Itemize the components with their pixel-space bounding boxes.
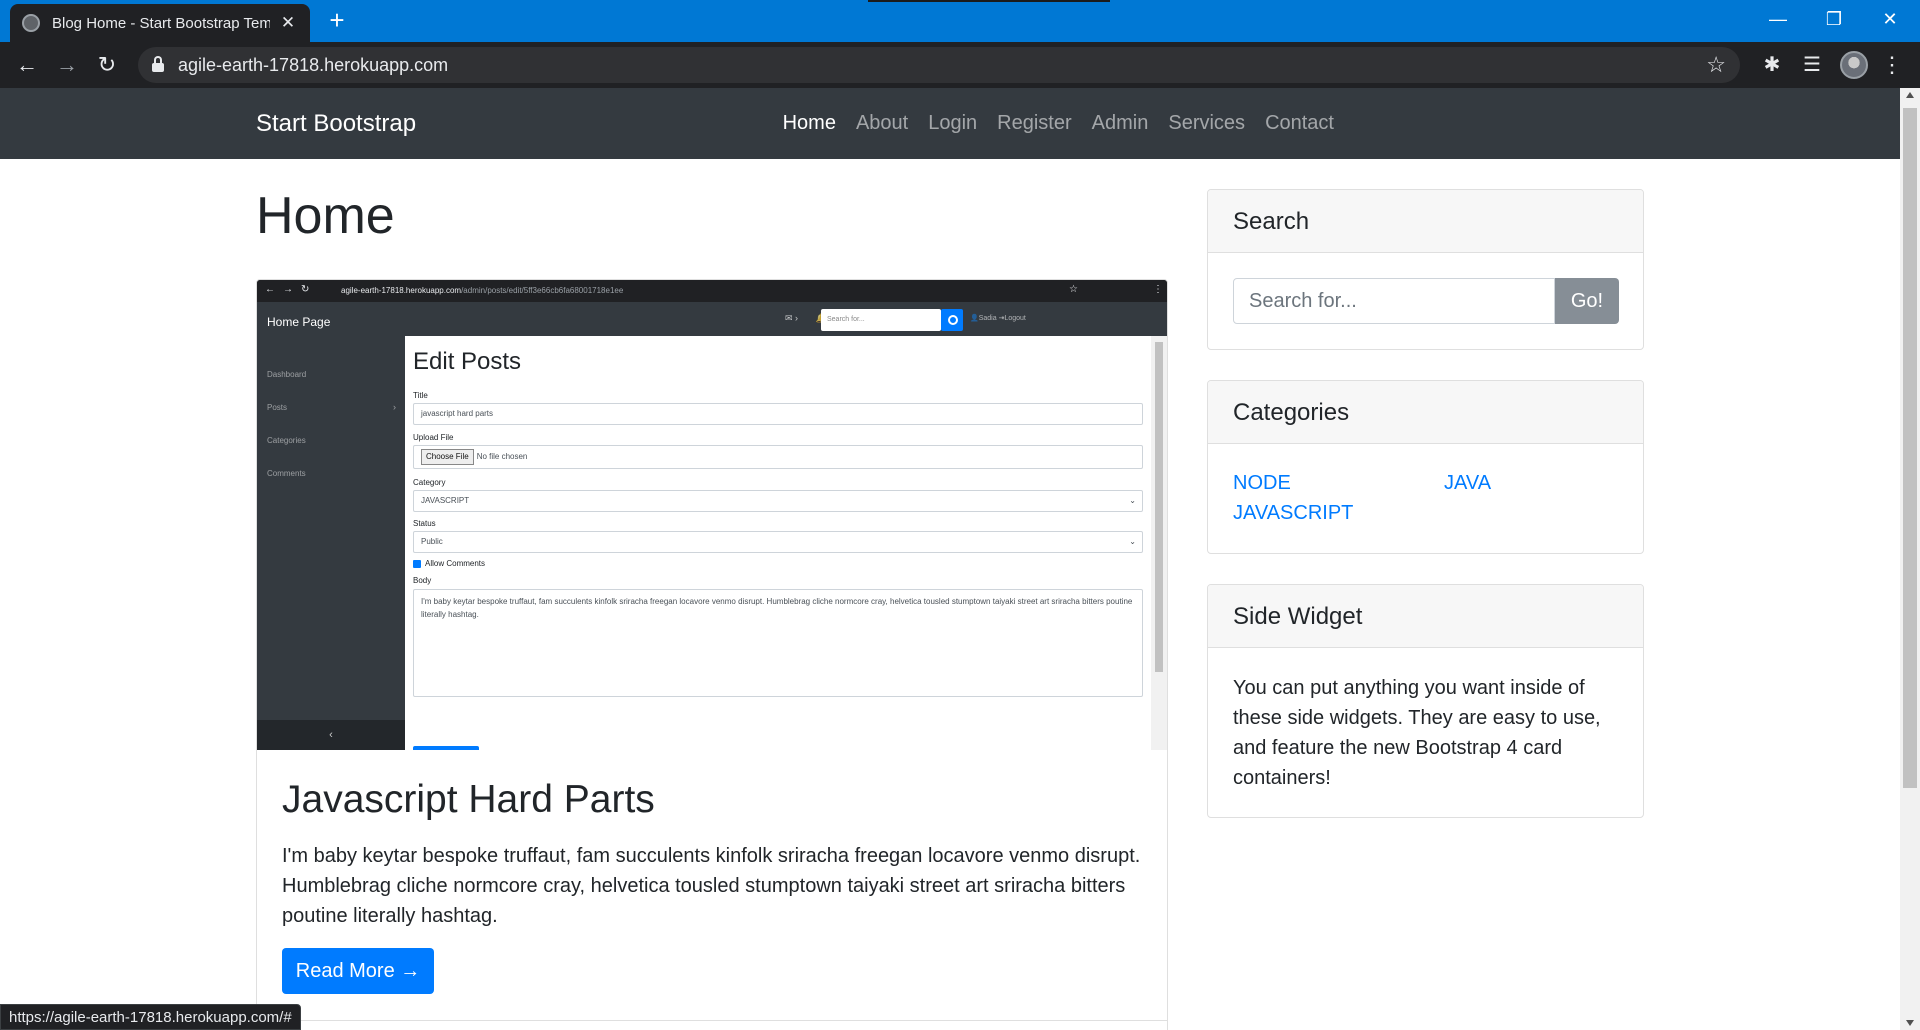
image-edit-form: Edit Posts Title javascript hard parts U… xyxy=(405,336,1151,750)
image-upload-field: Choose File No file chosen xyxy=(413,445,1143,469)
address-url[interactable]: agile-earth-17818.herokuapp.com xyxy=(178,55,448,76)
image-scrollbar xyxy=(1151,336,1167,750)
side-widget: Side Widget You can put anything you wan… xyxy=(1207,584,1644,818)
nav-link-home[interactable]: Home xyxy=(783,112,836,135)
categories-widget-title: Categories xyxy=(1208,381,1643,444)
tab-title: Blog Home - Start Bootstrap Tem xyxy=(52,14,270,32)
image-category-label: Category xyxy=(413,478,446,487)
reload-icon[interactable]: ↻ xyxy=(91,49,123,81)
image-status-select: Public ⌄ xyxy=(413,531,1143,553)
close-window-icon[interactable]: ✕ xyxy=(1862,0,1918,40)
image-sidebar-categories: Categories xyxy=(267,436,306,445)
image-reload-icon: ↻ xyxy=(301,284,310,295)
image-allow-comments-checkbox xyxy=(413,560,421,568)
image-admin-sidebar: Home Page Dashboard Posts › Categories C… xyxy=(257,302,405,750)
read-more-button[interactable]: Read More → xyxy=(282,948,434,994)
side-widget-title: Side Widget xyxy=(1208,585,1643,648)
image-sidebar-dashboard: Dashboard xyxy=(267,370,307,379)
link-status-bubble: https://agile-earth-17818.herokuapp.com/… xyxy=(0,1004,301,1030)
image-title-label: Title xyxy=(413,391,428,400)
image-menu-icon: ⋮ xyxy=(1153,284,1163,295)
navbar-brand[interactable]: Start Bootstrap xyxy=(256,110,416,138)
image-allow-comments-label: Allow Comments xyxy=(425,559,486,568)
post-title: Javascript Hard Parts xyxy=(282,778,655,821)
image-upload-label: Upload File xyxy=(413,433,454,442)
search-input[interactable]: Search for... xyxy=(1233,278,1555,324)
image-status-label: Status xyxy=(413,519,436,528)
nav-link-login[interactable]: Login xyxy=(928,112,977,135)
category-link-java[interactable]: JAVA xyxy=(1444,472,1491,495)
browser-menu-icon[interactable]: ⋮ xyxy=(1876,49,1908,81)
nav-links: Home About Login Register Admin Services… xyxy=(763,112,1334,135)
nav-link-admin[interactable]: Admin xyxy=(1092,112,1149,135)
image-title-field: javascript hard parts xyxy=(413,403,1143,425)
bookmark-star-icon[interactable]: ☆ xyxy=(1706,52,1726,78)
new-tab-button[interactable]: + xyxy=(322,6,352,36)
site-navbar: Start Bootstrap Home About Login Registe… xyxy=(0,88,1900,159)
image-sidebar-posts: Posts xyxy=(267,403,288,412)
nav-link-register[interactable]: Register xyxy=(997,112,1071,135)
page-scrollbar[interactable] xyxy=(1900,88,1920,1030)
image-address: agile-earth-17818.herokuapp.com/admin/po… xyxy=(341,286,624,295)
image-sidebar-comments: Comments xyxy=(267,469,306,478)
side-widget-text: You can put anything you want inside of … xyxy=(1233,677,1601,789)
forward-icon[interactable]: → xyxy=(51,49,83,81)
category-link-javascript[interactable]: JAVASCRIPT xyxy=(1233,502,1353,525)
tab-strip-divider xyxy=(868,0,1110,2)
image-submit-button xyxy=(413,746,479,750)
image-search-input: Search for... xyxy=(821,309,941,331)
image-browser-bar: ← → ↻ agile-earth-17818.herokuapp.com/ad… xyxy=(257,280,1167,302)
browser-tab[interactable]: Blog Home - Start Bootstrap Tem ✕ xyxy=(10,4,310,42)
lock-icon xyxy=(152,56,164,72)
browser-tab-bar: Blog Home - Start Bootstrap Tem ✕ + — ❐ … xyxy=(0,0,1920,42)
page-title: Home xyxy=(256,187,395,245)
post-excerpt: I'm baby keytar bespoke truffaut, fam su… xyxy=(282,845,1141,927)
image-back-icon: ← xyxy=(265,284,275,295)
scroll-up-icon[interactable] xyxy=(1906,92,1914,98)
scrollbar-thumb[interactable] xyxy=(1903,108,1917,788)
search-widget-title: Search xyxy=(1208,190,1643,253)
address-bar[interactable]: agile-earth-17818.herokuapp.com ☆ xyxy=(138,47,1740,83)
image-admin-topbar: ✉ › 🔔 › Search for... 👤Sadia ⇥Logout xyxy=(405,302,1167,336)
nav-link-about[interactable]: About xyxy=(856,112,908,135)
scroll-down-icon[interactable] xyxy=(1906,1020,1914,1026)
image-forward-icon: → xyxy=(283,284,293,295)
minimize-icon[interactable]: — xyxy=(1750,0,1806,40)
image-search-icon xyxy=(941,309,963,331)
media-queue-icon[interactable]: ☰ xyxy=(1796,49,1828,81)
globe-icon xyxy=(22,14,40,32)
search-go-button[interactable]: Go! xyxy=(1555,278,1619,324)
post-card: ← → ↻ agile-earth-17818.herokuapp.com/ad… xyxy=(256,279,1168,1030)
post-image[interactable]: ← → ↻ agile-earth-17818.herokuapp.com/ad… xyxy=(257,280,1167,750)
browser-toolbar: ← → ↻ agile-earth-17818.herokuapp.com ☆ … xyxy=(0,42,1920,88)
profile-avatar[interactable] xyxy=(1840,51,1868,79)
restore-icon[interactable]: ❐ xyxy=(1806,0,1862,40)
image-body-textarea: I'm baby keytar bespoke truffaut, fam su… xyxy=(413,589,1143,697)
category-link-node[interactable]: NODE xyxy=(1233,472,1291,495)
image-chevron-right-icon: › xyxy=(393,402,396,412)
image-sidebar-collapse-icon: ‹ xyxy=(257,720,405,750)
image-body-label: Body xyxy=(413,576,432,585)
close-tab-icon[interactable]: ✕ xyxy=(278,13,298,33)
back-icon[interactable]: ← xyxy=(11,49,43,81)
nav-link-services[interactable]: Services xyxy=(1168,112,1245,135)
nav-link-contact[interactable]: Contact xyxy=(1265,112,1334,135)
image-form-heading: Edit Posts xyxy=(413,348,522,375)
categories-widget: Categories NODE JAVA JAVASCRIPT xyxy=(1207,380,1644,554)
image-star-icon: ☆ xyxy=(1069,284,1078,295)
card-footer-divider xyxy=(257,1020,1167,1021)
extensions-icon[interactable]: ✱ xyxy=(1756,49,1788,81)
image-user-logout: 👤Sadia ⇥Logout xyxy=(970,315,1026,322)
search-widget: Search Search for... Go! xyxy=(1207,189,1644,350)
image-admin-brand: Home Page xyxy=(267,315,331,329)
image-category-select: JAVASCRIPT ⌄ xyxy=(413,490,1143,512)
